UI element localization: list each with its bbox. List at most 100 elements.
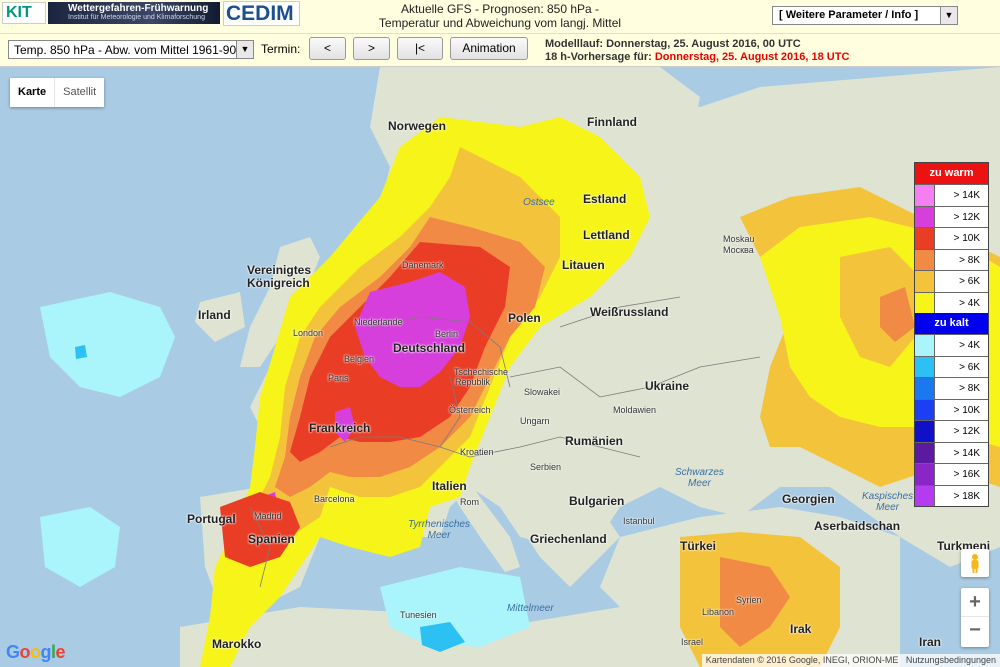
cold-row: > 8K [915, 377, 988, 399]
map-label-mittelmeer: Mittelmeer [507, 603, 554, 614]
map-label-spanien: Spanien [248, 532, 295, 546]
kit-logo[interactable]: KIT [2, 2, 46, 24]
map-label-oesterreich: Österreich [449, 405, 491, 415]
toolbar: Temp. 850 hPa - Abw. vom Mittel 1961-90 … [0, 34, 1000, 67]
legend-label: > 14K [953, 190, 980, 201]
map-canvas[interactable]: Karte Satellit Finnland Norwegen Estland… [0, 67, 1000, 667]
legend-swatch [915, 206, 935, 227]
map-label-marokko: Marokko [212, 637, 262, 651]
map-label-berlin: Berlin [435, 329, 459, 339]
map-label-uk-2: Königreich [247, 276, 310, 290]
legend-swatch [915, 356, 935, 377]
map-label-griechenland: Griechenland [530, 532, 607, 546]
map-label-moskau: Moskau [723, 234, 755, 244]
model-run-text: Modelllauf: Donnerstag, 25. August 2016,… [545, 38, 801, 50]
variable-select-value: Temp. 850 hPa - Abw. vom Mittel 1961-90 [14, 43, 237, 57]
map-label-georgien: Georgien [782, 492, 835, 506]
map-label-israel: Israel [681, 637, 704, 647]
map-label-london: London [293, 328, 324, 338]
run-info: Modelllauf: Donnerstag, 25. August 2016,… [545, 38, 849, 64]
legend-cold-rows: > 4K > 6K > 8K > 10K > 12K > 14K > 16K > 18K [915, 334, 988, 506]
cold-row: > 12K [915, 420, 988, 442]
cold-row: > 14K [915, 441, 988, 463]
map-label-daenemark: Dänemark [402, 260, 444, 270]
pegman-icon [971, 554, 979, 573]
legend-label: > 4K [959, 297, 980, 309]
map-label-paris: Paris [328, 373, 349, 383]
google-logo[interactable]: Google [6, 642, 66, 663]
app: KIT Wettergefahren-Frühwarnung Institut … [0, 0, 1000, 667]
map-label-schwarzes-meer: Schwarzes Meer [675, 467, 724, 489]
forecast-value: Donnerstag, 25. August 2016, 18 UTC [654, 51, 850, 63]
map-type-karte[interactable]: Karte [10, 78, 54, 107]
legend-label: > 16K [953, 469, 980, 480]
legend-label: > 8K [959, 383, 980, 394]
map-label-libanon: Libanon [702, 607, 735, 617]
legend-label: > 10K [953, 233, 980, 244]
legend-cold-header: zu kalt [915, 313, 988, 334]
cold-row: > 10K [915, 398, 988, 420]
attribution-data: Kartendaten © 2016 Google, INEGI, ORION-… [705, 655, 899, 665]
map-label-serbien: Serbien [530, 462, 562, 472]
map-label-ukraine: Ukraine [645, 379, 690, 393]
map-type-satellit[interactable]: Satellit [54, 78, 104, 107]
chevron-down-icon[interactable]: ▼ [236, 41, 253, 58]
cold-row: > 4K [915, 334, 988, 356]
pegman-button[interactable] [961, 549, 989, 577]
legend-swatch [915, 442, 935, 463]
zoom-in-button[interactable]: + [961, 588, 989, 617]
parameter-select[interactable]: [ Weitere Parameter / Info ] ▼ [772, 6, 958, 25]
first-button[interactable]: |< [397, 37, 443, 60]
map-label-italien: Italien [432, 479, 467, 493]
map-attribution: Kartendaten © 2016 Google, INEGI, ORION-… [701, 654, 1000, 667]
map-label-tunesien: Tunesien [400, 610, 437, 620]
wettergefahren-logo[interactable]: Wettergefahren-Frühwarnung Institut für … [48, 2, 220, 24]
map-label-tyrrhenisches-1: Tyrrhenisches [408, 519, 471, 530]
map-label-rom: Rom [460, 497, 480, 507]
map-label-tschechien-2: Republik [455, 377, 491, 387]
variable-select[interactable]: Temp. 850 hPa - Abw. vom Mittel 1961-90 … [8, 40, 254, 59]
header-bar: KIT Wettergefahren-Frühwarnung Institut … [0, 0, 1000, 34]
legend-swatch [915, 292, 935, 313]
map-label-tschechien-1: Tschechische [454, 367, 509, 377]
legend-swatch [915, 464, 935, 485]
map-label-irak: Irak [790, 622, 812, 636]
map-label-iran: Iran [919, 635, 942, 649]
previous-button[interactable]: < [309, 37, 346, 60]
page-title-line1: Aktuelle GFS - Prognosen: 850 hPa - [400, 2, 600, 16]
map-label-irland: Irland [198, 308, 231, 322]
map-label-schwarzes-2: Meer [688, 478, 711, 489]
map-label-tyrrhenisches-2: Meer [427, 530, 451, 541]
legend-label: > 6K [959, 276, 980, 287]
legend-swatch [915, 421, 935, 442]
terms-link[interactable]: Nutzungsbedingungen [906, 655, 996, 665]
forecast-prefix: 18 h-Vorhersage für: [545, 51, 655, 63]
termin-label: Termin: [261, 42, 301, 56]
map-label-lettland: Lettland [583, 228, 630, 242]
next-button[interactable]: > [353, 37, 390, 60]
map-label-deutschland: Deutschland [393, 341, 466, 355]
warm-row: > 4K [915, 291, 988, 313]
warm-row: > 8K [915, 248, 988, 270]
legend-label: > 18K [953, 490, 980, 502]
animation-button[interactable]: Animation [450, 37, 528, 60]
cold-row: > 16K [915, 463, 988, 485]
warm-row: > 14K [915, 184, 988, 206]
map-label-kaspisches-1: Kaspisches [862, 491, 914, 502]
legend-label: > 8K [959, 254, 980, 266]
map-label-litauen: Litauen [562, 258, 605, 272]
warm-row: > 12K [915, 205, 988, 227]
legend-warm-header: zu warm [915, 163, 988, 184]
map-label-moldawien: Moldawien [613, 405, 657, 415]
legend-swatch [915, 335, 935, 356]
map-label-schwarzes-1: Schwarzes [675, 467, 724, 478]
map-label-kaspisches-2: Meer [876, 502, 899, 513]
zoom-out-button[interactable]: − [961, 617, 989, 646]
legend-label: > 10K [953, 404, 980, 416]
legend-swatch [915, 228, 935, 249]
cedim-logo[interactable]: CEDIM [223, 1, 300, 26]
chevron-down-icon[interactable]: ▼ [940, 7, 957, 24]
map-label-niederlande: Niederlande [354, 317, 403, 327]
map-label-uk-1: Vereinigtes [247, 263, 312, 277]
map-label-syrien: Syrien [736, 595, 762, 605]
